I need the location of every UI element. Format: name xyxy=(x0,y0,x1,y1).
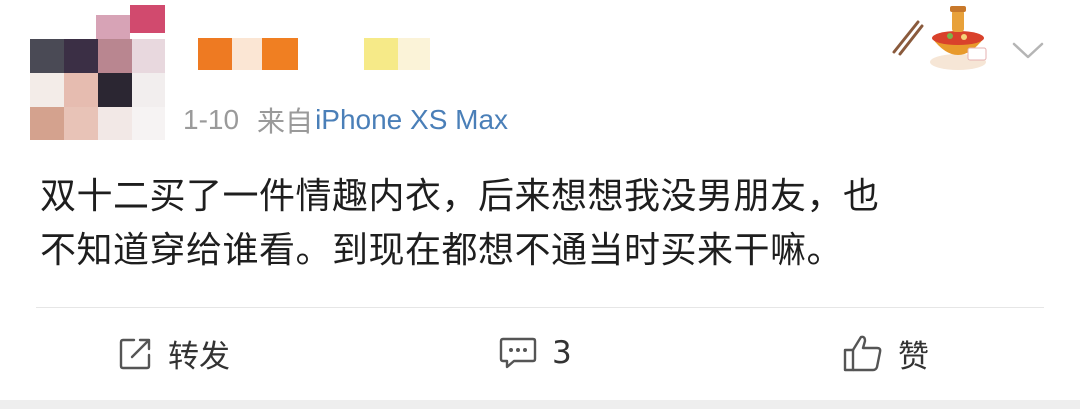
comment-count: 3 xyxy=(552,335,572,371)
hotpot-decoration-icon xyxy=(892,6,987,70)
username-redacted[interactable] xyxy=(198,38,232,70)
post-text-line: 双十二买了一件情趣内衣，后来想想我没男朋友，也 xyxy=(40,176,880,217)
feed-separator xyxy=(0,400,1080,409)
source-prefix: 来自 xyxy=(257,106,314,137)
username-redacted[interactable] xyxy=(262,38,298,70)
post-text-line: 不知道穿给谁看。到现在都想不通当时买来干嘛。 xyxy=(40,230,844,271)
comment-bubble-icon xyxy=(499,337,537,369)
thumbs-up-icon xyxy=(843,335,882,372)
comment-button[interactable]: 3 xyxy=(498,328,572,378)
username-redacted[interactable] xyxy=(232,38,262,70)
weibo-post-card: 1-10 来自 iPhone XS Max 双十二买了一件情趣内衣，后来想想我没… xyxy=(0,0,1080,400)
device-source-link[interactable]: iPhone XS Max xyxy=(315,104,508,136)
post-meta: 1-10 来自 iPhone XS Max xyxy=(183,100,508,140)
post-date: 1-10 xyxy=(183,104,240,135)
username-redacted[interactable] xyxy=(398,38,430,70)
post-content: 双十二买了一件情趣内衣，后来想想我没男朋友，也 不知道穿给谁看。到现在都想不通当… xyxy=(40,170,1040,278)
like-label: 赞 xyxy=(898,338,929,375)
repost-label: 转发 xyxy=(168,338,230,375)
divider xyxy=(36,307,1044,308)
avatar[interactable] xyxy=(30,5,170,140)
like-button[interactable]: 赞 xyxy=(842,328,929,378)
chevron-down-icon[interactable] xyxy=(1010,38,1046,62)
share-edit-icon xyxy=(119,338,151,370)
username-redacted[interactable] xyxy=(364,38,398,70)
repost-button[interactable]: 转发 xyxy=(118,328,230,378)
